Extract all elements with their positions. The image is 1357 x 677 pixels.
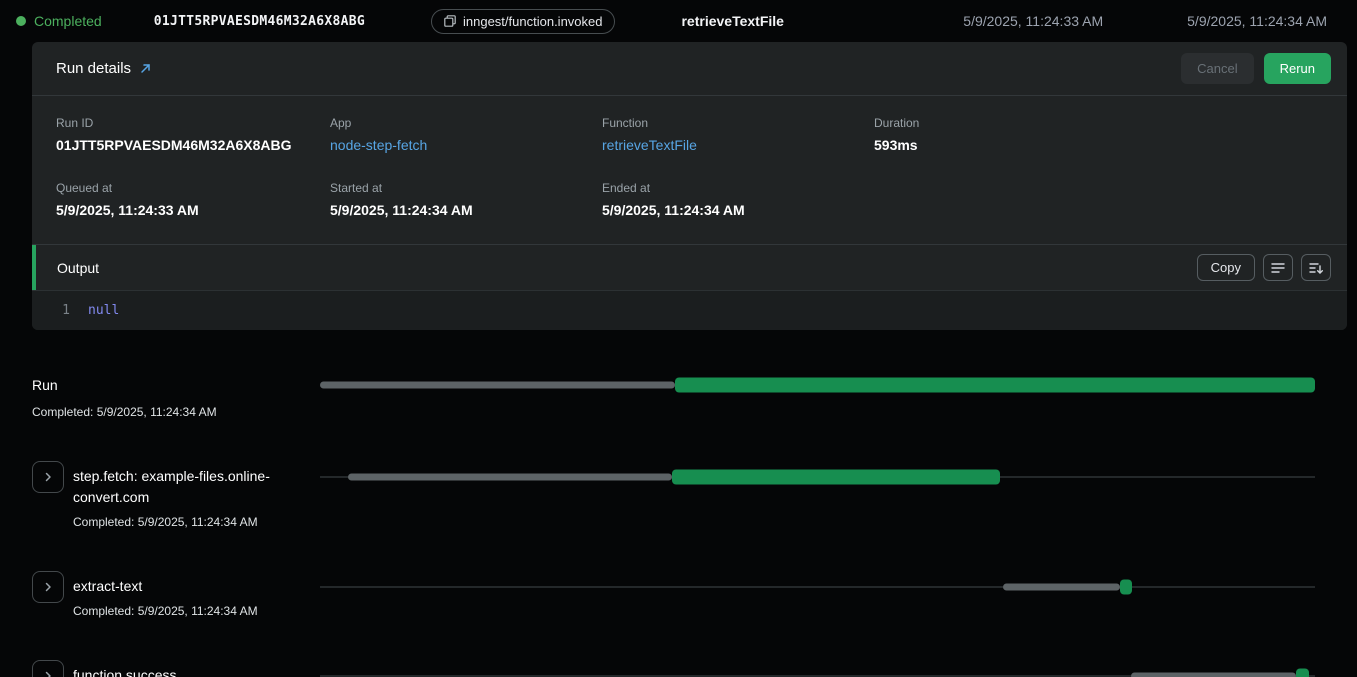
step-label: extract-text [73,576,258,597]
output-title: Output [57,260,99,276]
run-id-text: 01JTT5RPVAESDM46M32A6X8ABG [154,14,365,29]
field-duration: Duration 593ms [874,116,1323,153]
cancel-button[interactable]: Cancel [1181,53,1253,84]
output-section-header: Output Copy [32,244,1347,290]
trigger-event-badge[interactable]: inngest/function.invoked [431,9,615,34]
event-icon [444,15,456,27]
field-ended-at: Ended at 5/9/2025, 11:24:34 AM [602,181,874,218]
field-empty [874,181,1323,218]
field-started-at: Started at 5/9/2025, 11:24:34 AM [330,181,602,218]
field-app: App node-step-fetch [330,116,602,153]
panel-title: Run details [56,60,131,77]
run-summary-bar: Completed 01JTT5RPVAESDM46M32A6X8ABG inn… [0,0,1357,42]
timeline-step-row: function success Completed: 5/9/2025, 11… [32,660,1315,677]
timeline-run-track [320,374,1315,396]
timeline-run-label: Run [32,374,320,396]
event-badge-label: inngest/function.invoked [463,14,602,29]
status-label: Completed [34,13,102,29]
step-baseline [320,587,1315,588]
field-run-id: Run ID 01JTT5RPVAESDM46M32A6X8ABG [56,116,330,153]
step-queue-bar [1003,584,1120,591]
run-metadata-grid: Run ID 01JTT5RPVAESDM46M32A6X8ABG App no… [32,96,1347,244]
started-at-timestamp: 5/9/2025, 11:24:34 AM [1187,13,1327,29]
expand-step-button[interactable] [32,461,64,493]
run-status: Completed [16,13,102,29]
function-link[interactable]: retrieveTextFile [602,137,697,153]
queued-at-timestamp: 5/9/2025, 11:24:33 AM [963,13,1103,29]
field-queued-at: Queued at 5/9/2025, 11:24:33 AM [56,181,330,218]
timeline-step-row: extract-text Completed: 5/9/2025, 11:24:… [32,571,1315,618]
step-queue-bar [1131,673,1296,677]
word-wrap-icon[interactable] [1263,254,1293,281]
output-code-block: 1 null [32,290,1347,330]
field-function: Function retrieveTextFile [602,116,874,153]
step-label: step.fetch: example-files.online-convert… [73,466,319,508]
timeline-step-row: step.fetch: example-files.online-convert… [32,461,1315,529]
run-details-panel: Run details Cancel Rerun Run ID 01JTT5RP… [32,42,1347,330]
app-link[interactable]: node-step-fetch [330,137,427,153]
timeline-run-completed: Completed: 5/9/2025, 11:24:34 AM [32,405,320,419]
step-completed: Completed: 5/9/2025, 11:24:34 AM [73,515,319,529]
code-line-content: null [88,303,119,318]
panel-header: Run details Cancel Rerun [32,42,1347,96]
step-track [320,660,1315,677]
run-duration-bar [675,378,1315,393]
output-success-accent [32,245,36,290]
step-label: function success [73,665,258,677]
timeline-run-row: Run Completed: 5/9/2025, 11:24:34 AM [32,374,1315,419]
expand-step-button[interactable] [32,660,64,677]
code-line-number: 1 [32,303,88,318]
step-track [320,571,1315,603]
step-completed: Completed: 5/9/2025, 11:24:34 AM [73,604,258,618]
expand-rows-icon[interactable] [1301,254,1331,281]
step-queue-bar [348,474,672,481]
step-track [320,461,1315,493]
copy-button[interactable]: Copy [1197,254,1255,281]
step-duration-bar [1120,580,1132,595]
status-dot-icon [16,16,26,26]
run-timeline: Run Completed: 5/9/2025, 11:24:34 AM ste… [0,330,1357,677]
run-queue-bar [320,382,675,389]
expand-step-button[interactable] [32,571,64,603]
external-link-icon[interactable] [139,62,152,75]
step-duration-bar [672,470,999,485]
step-duration-bar [1296,669,1309,677]
rerun-button[interactable]: Rerun [1264,53,1331,84]
function-name-text: retrieveTextFile [681,13,783,29]
